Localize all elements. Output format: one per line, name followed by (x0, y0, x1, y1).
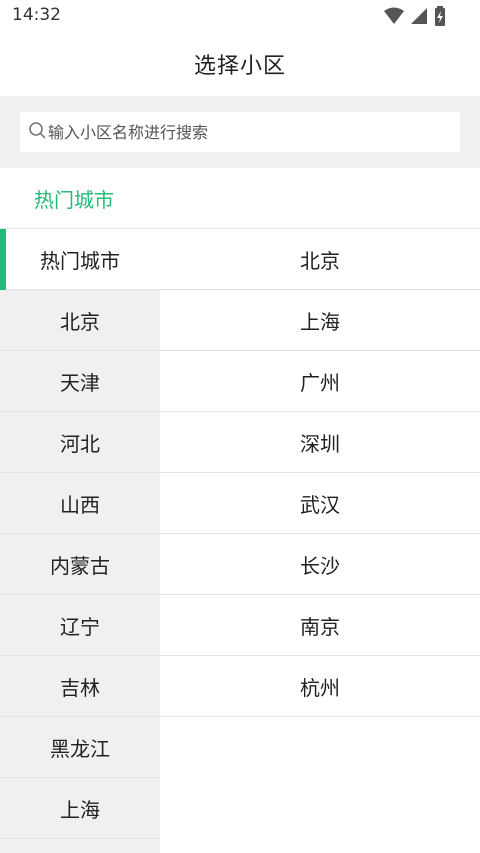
status-bar: 14:32 (0, 0, 480, 32)
city-item-shenzhen[interactable]: 深圳 (160, 412, 480, 473)
city-item-nanjing[interactable]: 南京 (160, 595, 480, 656)
city-item-changsha[interactable]: 长沙 (160, 534, 480, 595)
search-box[interactable] (20, 112, 460, 152)
wifi-icon (384, 7, 404, 25)
search-icon (28, 121, 46, 143)
province-label: 北京 (60, 309, 100, 334)
province-label: 吉林 (60, 675, 100, 700)
section-header: 热门城市 (0, 168, 480, 229)
city-item-guangzhou[interactable]: 广州 (160, 351, 480, 412)
city-label: 广州 (300, 370, 340, 395)
province-label: 内蒙古 (50, 553, 110, 578)
province-item-neimenggu[interactable]: 内蒙古 (0, 534, 160, 595)
province-label: 黑龙江 (50, 736, 110, 761)
battery-charging-icon (434, 6, 446, 26)
city-item-hangzhou[interactable]: 杭州 (160, 656, 480, 717)
city-label: 上海 (300, 309, 340, 334)
province-item-hebei[interactable]: 河北 (0, 412, 160, 473)
city-label: 杭州 (300, 675, 340, 700)
city-list: 北京 上海 广州 深圳 武汉 长沙 南京 杭州 (160, 229, 480, 853)
city-item-wuhan[interactable]: 武汉 (160, 473, 480, 534)
province-item-shanghai[interactable]: 上海 (0, 778, 160, 839)
province-list: 热门城市 北京 天津 河北 山西 内蒙古 辽宁 吉林 黑龙江 上海 (0, 229, 160, 853)
city-label: 深圳 (300, 431, 340, 456)
signal-icon (410, 7, 428, 25)
province-label: 辽宁 (60, 614, 100, 639)
province-item-jilin[interactable]: 吉林 (0, 656, 160, 717)
province-label: 山西 (60, 492, 100, 517)
city-label: 北京 (300, 248, 340, 273)
province-item-tianjin[interactable]: 天津 (0, 351, 160, 412)
province-item-shanxi[interactable]: 山西 (0, 473, 160, 534)
status-icons (384, 6, 446, 26)
city-label: 武汉 (300, 492, 340, 517)
status-time: 14:32 (12, 5, 61, 25)
city-label: 长沙 (300, 553, 340, 578)
city-item-beijing[interactable]: 北京 (160, 229, 480, 290)
province-label: 天津 (60, 370, 100, 395)
section-title: 热门城市 (34, 187, 114, 212)
title-bar: 选择小区 (0, 32, 480, 96)
search-input[interactable] (48, 122, 448, 142)
province-label: 上海 (60, 797, 100, 822)
search-area (0, 96, 480, 168)
province-item-heilongjiang[interactable]: 黑龙江 (0, 717, 160, 778)
city-label: 南京 (300, 614, 340, 639)
page-title: 选择小区 (193, 54, 286, 79)
province-item-liaoning[interactable]: 辽宁 (0, 595, 160, 656)
province-label: 河北 (60, 431, 100, 456)
province-item-beijing[interactable]: 北京 (0, 290, 160, 351)
province-item-hot[interactable]: 热门城市 (0, 229, 160, 290)
city-item-shanghai[interactable]: 上海 (160, 290, 480, 351)
province-label: 热门城市 (40, 248, 120, 273)
